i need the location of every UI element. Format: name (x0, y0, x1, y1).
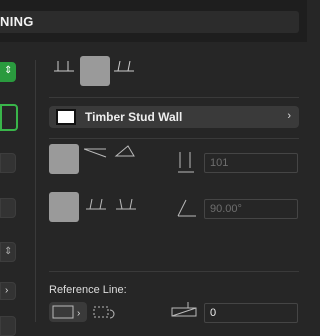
geometry-trapezoid-glyph (83, 148, 107, 158)
wall-section-icon[interactable] (54, 60, 74, 78)
stepper-icon: ⇕ (4, 65, 13, 76)
wall-type-label: Timber Stud Wall (85, 110, 183, 124)
geometry-straight-selected-icon[interactable] (49, 144, 79, 174)
structure-double-glyph (116, 198, 136, 210)
reference-line-label: Reference Line: (49, 284, 127, 296)
left-stepper[interactable]: ⇕ (0, 242, 16, 262)
left-column: ⇕ ⇕ › (0, 42, 30, 336)
reference-line-flip-icon[interactable] (92, 304, 118, 327)
angle-field[interactable]: 90.00° (204, 199, 298, 219)
wall-section-glyph (54, 61, 74, 72)
structure-slanted-glyph (86, 198, 106, 210)
left-field-2[interactable] (0, 198, 16, 218)
reference-line-glyph: › (52, 305, 80, 319)
offset-icon (170, 300, 198, 327)
svg-text:›: › (77, 308, 80, 319)
left-field-3[interactable] (0, 316, 16, 336)
wall-swatch-icon (56, 109, 76, 125)
structure-basic-selected-icon[interactable] (49, 192, 79, 222)
offset-field[interactable]: 0 (204, 303, 298, 323)
divider-1 (49, 97, 299, 98)
stepper-icon: ⇕ (4, 246, 13, 257)
panel-title: NING (0, 14, 34, 29)
wall-profile-selected-icon[interactable] (80, 56, 110, 86)
divider-2 (49, 138, 299, 139)
height-glyph (178, 152, 194, 173)
wall-slanted-icon[interactable] (114, 60, 134, 78)
chevron-right-icon: › (287, 110, 291, 122)
geometry-polygonal-icon[interactable] (114, 144, 136, 163)
structure-slanted-icon[interactable] (86, 198, 108, 216)
header-title-box[interactable] (0, 11, 299, 33)
panel-header: NING (0, 0, 307, 42)
selected-field[interactable] (0, 104, 18, 131)
left-arrow-button[interactable]: › (0, 282, 16, 300)
wall-type-button[interactable]: Timber Stud Wall › (49, 106, 299, 128)
stepper-selected[interactable]: ⇕ (0, 62, 16, 82)
chevron-right-icon: › (5, 285, 9, 296)
offset-glyph (171, 302, 197, 317)
flip-glyph (93, 306, 115, 319)
height-field[interactable]: 101 (204, 153, 298, 173)
height-icon (176, 152, 196, 181)
geometry-polygonal-glyph (114, 145, 135, 157)
left-field-1[interactable] (0, 153, 16, 173)
angle-icon (176, 198, 198, 223)
structure-double-slanted-icon[interactable] (116, 198, 138, 216)
divider-3 (49, 271, 299, 272)
geometry-trapezoid-icon[interactable] (83, 146, 108, 164)
reference-line-dropdown[interactable]: › (49, 302, 87, 322)
wall-slanted-glyph (114, 60, 134, 72)
divider-vertical (35, 60, 36, 322)
angle-glyph (177, 199, 196, 217)
